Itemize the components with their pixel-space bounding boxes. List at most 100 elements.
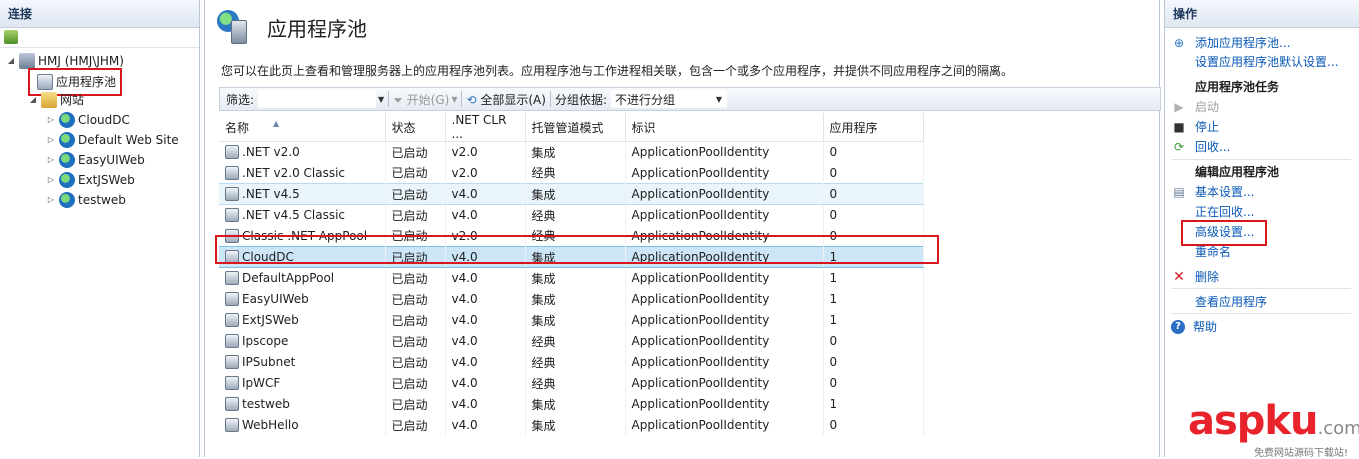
tree-node-label: 应用程序池: [56, 75, 117, 89]
help-action[interactable]: ? 帮助: [1171, 317, 1217, 337]
cell-clr: v2.0: [445, 141, 526, 163]
tree-node-sites[interactable]: ◢ 网站: [28, 90, 84, 110]
table-row[interactable]: .NET v2.0 已启动 v2.0 集成 ApplicationPoolIdentit…: [219, 141, 924, 163]
start-action[interactable]: ▶ 启动: [1171, 97, 1219, 117]
column-header-name[interactable]: 名称 ▲: [219, 113, 386, 142]
chevron-down-icon: ▼: [715, 95, 722, 104]
table-row[interactable]: DefaultAppPool 已启动 v4.0 集成 ApplicationPoolId…: [219, 267, 924, 289]
cell-pipeline: 集成: [525, 141, 626, 163]
watermark: aspku.com 免费网站源码下载站!: [1188, 398, 1359, 459]
column-header-status[interactable]: 状态: [385, 113, 446, 142]
page-description: 您可以在此页上查看和管理服务器上的应用程序池列表。应用程序池与工作进程相关联，包…: [221, 64, 1014, 78]
add-pool-action[interactable]: ⊕ 添加应用程序池...: [1171, 33, 1290, 53]
show-all-icon: ⟲: [466, 92, 477, 107]
pool-tasks-header: 应用程序池任务: [1195, 80, 1280, 94]
cell-status: 已启动: [385, 204, 446, 226]
column-header-apps[interactable]: 应用程序: [823, 113, 924, 142]
cell-apps: 1: [823, 393, 924, 415]
cell-clr: v4.0: [445, 204, 526, 226]
delete-action[interactable]: ✕ 删除: [1171, 267, 1219, 287]
stop-action[interactable]: ■ 停止: [1171, 117, 1219, 137]
recycling-action[interactable]: 正在回收...: [1195, 202, 1254, 222]
main-pane: 应用程序池 您可以在此页上查看和管理服务器上的应用程序池列表。应用程序池与工作进…: [204, 0, 1161, 457]
column-header-clr[interactable]: .NET CLR ...: [445, 113, 526, 142]
watermark-suffix: .com: [1317, 418, 1359, 439]
cell-name: IpWCF: [219, 372, 386, 394]
table-row[interactable]: WebHello 已启动 v4.0 集成 ApplicationPoolIdentity…: [219, 414, 924, 436]
recycle-action[interactable]: ⟳ 回收...: [1171, 137, 1230, 157]
tree-node-label: 网站: [60, 93, 85, 107]
cell-status: 已启动: [385, 309, 446, 331]
cell-pipeline: 集成: [525, 246, 626, 268]
table-row[interactable]: IpWCF 已启动 v4.0 经典 ApplicationPoolIdentity 0: [219, 372, 924, 394]
view-apps-action[interactable]: 查看应用程序: [1195, 292, 1267, 312]
expand-icon[interactable]: ▷: [46, 150, 56, 170]
expand-icon[interactable]: ▷: [46, 170, 56, 190]
cell-apps: 0: [823, 351, 924, 373]
table-row[interactable]: IPSubnet 已启动 v4.0 经典 ApplicationPoolIdentity…: [219, 351, 924, 373]
tree-node-site[interactable]: ▷ testweb: [46, 190, 126, 210]
table-row[interactable]: Ipscope 已启动 v4.0 经典 ApplicationPoolIdentity 0: [219, 330, 924, 352]
tree-node-site[interactable]: ▷ CloudDC: [46, 110, 130, 130]
show-all-button[interactable]: ⟲ 全部显示(A): [466, 91, 545, 108]
tree-node-label: EasyUIWeb: [78, 153, 145, 167]
cell-apps: 0: [823, 330, 924, 352]
cell-identity: ApplicationPoolIdentity: [625, 414, 824, 436]
cell-pipeline: 集成: [525, 309, 626, 331]
cell-apps: 0: [823, 162, 924, 184]
filter-label: 筛选:: [226, 92, 255, 107]
cell-name: Ipscope: [219, 330, 386, 352]
table-row[interactable]: EasyUIWeb 已启动 v4.0 集成 ApplicationPoolIdentit…: [219, 288, 924, 310]
table-row[interactable]: .NET v2.0 Classic 已启动 v2.0 经典 ApplicationPoo…: [219, 162, 924, 184]
cell-pipeline: 集成: [525, 414, 626, 436]
app-pool-icon: [225, 334, 239, 348]
collapse-icon[interactable]: ◢: [6, 51, 16, 71]
expand-icon[interactable]: ▷: [46, 190, 56, 210]
expand-icon[interactable]: ▷: [46, 110, 56, 130]
edit-pool-header: 编辑应用程序池: [1195, 165, 1280, 179]
filter-dropdown-icon[interactable]: ▼: [378, 95, 384, 104]
cell-identity: ApplicationPoolIdentity: [625, 141, 824, 163]
filter-toolbar: 筛选: ▼ ⏷ 开始(G) ▼ ⟲ 全部显示(A) 分组依据: 不进行分组 ▼: [219, 87, 1161, 111]
cell-identity: ApplicationPoolIdentity: [625, 162, 824, 184]
cell-apps: 0: [823, 141, 924, 163]
cell-apps: 1: [823, 246, 924, 268]
table-row[interactable]: Classic .NET AppPool 已启动 v2.0 经典 Application…: [219, 225, 924, 247]
cell-apps: 0: [823, 372, 924, 394]
start-filter-button[interactable]: ⏷ 开始(G): [393, 91, 449, 108]
sites-folder-icon: [41, 92, 57, 108]
cell-identity: ApplicationPoolIdentity: [625, 330, 824, 352]
collapse-icon[interactable]: ◢: [28, 90, 38, 110]
cell-status: 已启动: [385, 141, 446, 163]
table-row[interactable]: testweb 已启动 v4.0 集成 ApplicationPoolIdentity 1: [219, 393, 924, 415]
cell-apps: 0: [823, 183, 924, 205]
set-defaults-action[interactable]: 设置应用程序池默认设置...: [1195, 52, 1338, 72]
tree-node-site[interactable]: ▷ ExtJSWeb: [46, 170, 135, 190]
cell-status: 已启动: [385, 162, 446, 184]
table-row[interactable]: ExtJSWeb 已启动 v4.0 集成 ApplicationPoolIdentity…: [219, 309, 924, 331]
expand-icon[interactable]: ▷: [46, 130, 56, 150]
tree-node-site[interactable]: ▷ Default Web Site: [46, 130, 179, 150]
table-row[interactable]: .NET v4.5 已启动 v4.0 集成 ApplicationPoolIdentit…: [219, 183, 924, 205]
app-pool-icon: [225, 355, 239, 369]
connect-icon[interactable]: [4, 30, 18, 44]
cell-pipeline: 经典: [525, 225, 626, 247]
cell-apps: 0: [823, 204, 924, 226]
column-header-pipeline[interactable]: 托管管道模式: [525, 113, 626, 142]
group-by-label: 分组依据:: [554, 92, 607, 107]
column-header-identity[interactable]: 标识: [625, 113, 824, 142]
sort-asc-icon: ▲: [273, 118, 280, 128]
table-header-row: 名称 ▲ 状态 .NET CLR ... 托管管道模式 标识 应用程序: [219, 113, 924, 142]
table-row[interactable]: .NET v4.5 Classic 已启动 v4.0 经典 ApplicationPoo…: [219, 204, 924, 226]
filter-input[interactable]: [258, 90, 377, 108]
cell-pipeline: 集成: [525, 393, 626, 415]
app-pool-icon: [225, 145, 239, 160]
group-by-select[interactable]: 不进行分组 ▼: [610, 90, 727, 108]
start-dropdown-icon[interactable]: ▼: [451, 95, 457, 104]
basic-settings-action[interactable]: ▤ 基本设置...: [1171, 182, 1254, 202]
app-pool-table: 名称 ▲ 状态 .NET CLR ... 托管管道模式 标识 应用程序 .NET …: [219, 113, 924, 436]
table-row[interactable]: CloudDC 已启动 v4.0 集成 ApplicationPoolIdentity 1: [219, 246, 924, 268]
tree-node-site[interactable]: ▷ EasyUIWeb: [46, 150, 145, 170]
cell-identity: ApplicationPoolIdentity: [625, 351, 824, 373]
cell-status: 已启动: [385, 267, 446, 289]
